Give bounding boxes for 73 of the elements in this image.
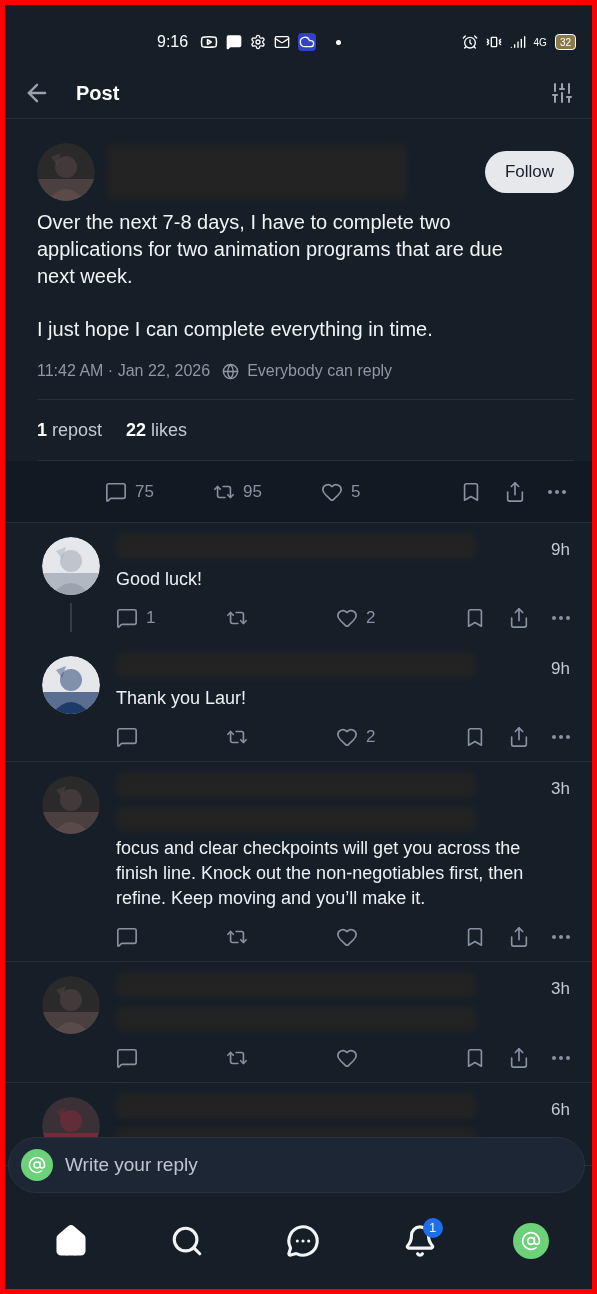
- signal-icon: [509, 34, 526, 50]
- like-button[interactable]: [336, 926, 358, 948]
- share-icon: [508, 926, 530, 948]
- follow-button[interactable]: Follow: [484, 151, 574, 193]
- share-button[interactable]: [508, 726, 530, 748]
- home-icon: [54, 1224, 89, 1258]
- alarm-icon: [461, 34, 478, 50]
- share-icon: [508, 726, 530, 748]
- like-icon: [336, 926, 358, 948]
- share-button[interactable]: [504, 480, 526, 503]
- vibrate-icon: [485, 34, 502, 50]
- reply-input[interactable]: Write your reply: [65, 1150, 572, 1180]
- reply-icon: [116, 726, 138, 748]
- reply-text: focus and clear checkpoints will get you across the finish line. Knock out the non-negotiables first, then refine. Keep moving and you’ll make it.: [116, 837, 525, 910]
- reply-icon: [116, 607, 138, 629]
- share-icon: [508, 1047, 530, 1069]
- more-icon: [552, 616, 570, 620]
- like-button[interactable]: 2: [336, 724, 376, 750]
- globe-icon: [222, 362, 240, 380]
- like-icon: [336, 607, 358, 629]
- reply-text: Thank you Laur!: [116, 687, 248, 710]
- share-button[interactable]: [508, 607, 530, 629]
- reply-time: 3h: [551, 778, 570, 800]
- share-button[interactable]: [508, 926, 530, 948]
- video-icon: [200, 33, 219, 51]
- profile-tab[interactable]: [512, 1223, 549, 1259]
- share-icon: [504, 480, 526, 503]
- notification-badge: 1: [422, 1218, 443, 1238]
- battery-icon: 32: [554, 34, 576, 50]
- reply-icon: [105, 480, 127, 503]
- reply-button[interactable]: [116, 1047, 138, 1069]
- more-icon: [552, 935, 570, 939]
- reply-icon: [116, 926, 138, 948]
- more-icon: [548, 489, 566, 494]
- reply-time: 3h: [551, 978, 570, 1000]
- like-button[interactable]: 2: [336, 605, 376, 631]
- network-label: 4G: [533, 35, 547, 50]
- bell-tab[interactable]: 1: [396, 1218, 443, 1264]
- reply-composer[interactable]: Write your reply: [8, 1137, 585, 1193]
- more-icon: [552, 735, 570, 739]
- status-time: 9:16: [157, 32, 189, 52]
- reply-button[interactable]: [116, 926, 138, 948]
- like-button[interactable]: 5: [321, 478, 361, 505]
- chat-icon: [286, 1224, 321, 1258]
- profile-avatar-icon: [21, 1149, 53, 1181]
- like-button[interactable]: [336, 1047, 358, 1069]
- reply-text: Good luck!: [116, 568, 204, 591]
- repost-button[interactable]: 95: [213, 478, 262, 505]
- reply-button[interactable]: [116, 726, 138, 748]
- at-sign-icon: [520, 1231, 541, 1251]
- post-stat[interactable]: 1 repost: [37, 416, 103, 444]
- reply-setting: Everybody can reply: [247, 361, 393, 381]
- page-title: Post: [76, 80, 121, 106]
- reply-button[interactable]: 75: [105, 478, 154, 505]
- more-icon: [552, 1056, 570, 1060]
- cloud-icon: [298, 33, 317, 51]
- message-icon: [226, 34, 243, 50]
- post-timestamp: 11:42 AM · Jan 22, 2026: [37, 361, 211, 381]
- mail-icon: [274, 34, 291, 50]
- reply-time: 9h: [551, 539, 570, 561]
- post-text: Over the next 7-8 days, I have to complete two applications for two animation programs that are due next week.: [37, 210, 504, 289]
- post-stat[interactable]: 22 likes: [126, 416, 188, 444]
- share-button[interactable]: [508, 1047, 530, 1069]
- settings-icon: [250, 34, 267, 50]
- reply-time: 9h: [551, 658, 570, 680]
- reply-time: 6h: [551, 1099, 570, 1121]
- like-icon: [336, 726, 358, 748]
- post-text: I just hope I can complete everything in time.: [37, 317, 434, 342]
- reply-icon: [116, 1047, 138, 1069]
- share-icon: [508, 607, 530, 629]
- like-icon: [336, 1047, 358, 1069]
- filter-button[interactable]: [550, 80, 574, 105]
- reply-button[interactable]: 1: [116, 605, 156, 631]
